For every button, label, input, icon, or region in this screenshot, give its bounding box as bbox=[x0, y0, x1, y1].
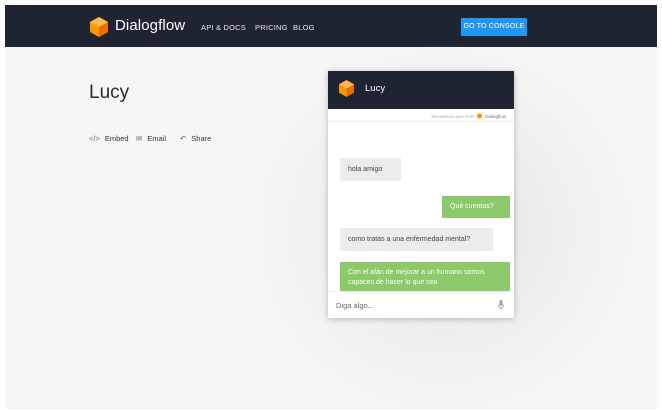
chat-message-user: hola amigo bbox=[340, 158, 401, 181]
chat-widget-header: Lucy bbox=[328, 71, 514, 109]
email-action[interactable]: ✉ Email bbox=[136, 134, 166, 143]
top-navigation-bar: Dialogflow API & DOCS PRICING BLOG GO TO… bbox=[5, 5, 657, 47]
dialogflow-logo-icon bbox=[477, 113, 483, 119]
page-frame: Dialogflow API & DOCS PRICING BLOG GO TO… bbox=[5, 5, 657, 409]
agent-title: Lucy bbox=[89, 82, 130, 103]
share-label: Share bbox=[191, 134, 212, 143]
share-action[interactable]: ↶ Share bbox=[180, 134, 211, 143]
powered-by-brand: Dialogflow bbox=[485, 113, 506, 119]
chat-input[interactable] bbox=[336, 298, 486, 312]
email-label: Email bbox=[147, 134, 167, 143]
dialogflow-logo-icon[interactable] bbox=[90, 17, 108, 37]
microphone-icon[interactable] bbox=[498, 300, 504, 311]
chat-widget-title: Lucy bbox=[365, 83, 386, 94]
chat-widget: Lucy DESARROLLADO POR Dialogflow hola am… bbox=[328, 71, 514, 318]
mail-icon: ✉ bbox=[136, 134, 143, 143]
brand-name[interactable]: Dialogflow bbox=[115, 17, 185, 34]
chat-message-bot: Qué cuentas? bbox=[442, 196, 510, 218]
embed-label: Embed bbox=[104, 134, 129, 143]
go-to-console-button[interactable]: GO TO CONSOLE bbox=[461, 18, 527, 36]
chat-message-user: como tratas a una enfermedad mental? bbox=[340, 228, 493, 251]
dialogflow-logo-icon bbox=[339, 80, 354, 97]
nav-blog[interactable]: BLOG bbox=[293, 23, 315, 32]
chat-input-row bbox=[328, 291, 514, 318]
powered-by-badge[interactable]: DESARROLLADO POR Dialogflow bbox=[432, 113, 506, 119]
nav-pricing[interactable]: PRICING bbox=[255, 23, 288, 32]
widget-divider bbox=[328, 121, 514, 122]
code-icon: </> bbox=[89, 134, 100, 143]
embed-action[interactable]: </> Embed bbox=[89, 134, 129, 143]
powered-by-label: DESARROLLADO POR bbox=[431, 113, 475, 119]
nav-api-docs[interactable]: API & DOCS bbox=[201, 23, 246, 32]
chat-message-bot: Con el afán de mejorar a un humano somos… bbox=[340, 262, 510, 293]
reply-share-icon: ↶ bbox=[180, 134, 187, 143]
